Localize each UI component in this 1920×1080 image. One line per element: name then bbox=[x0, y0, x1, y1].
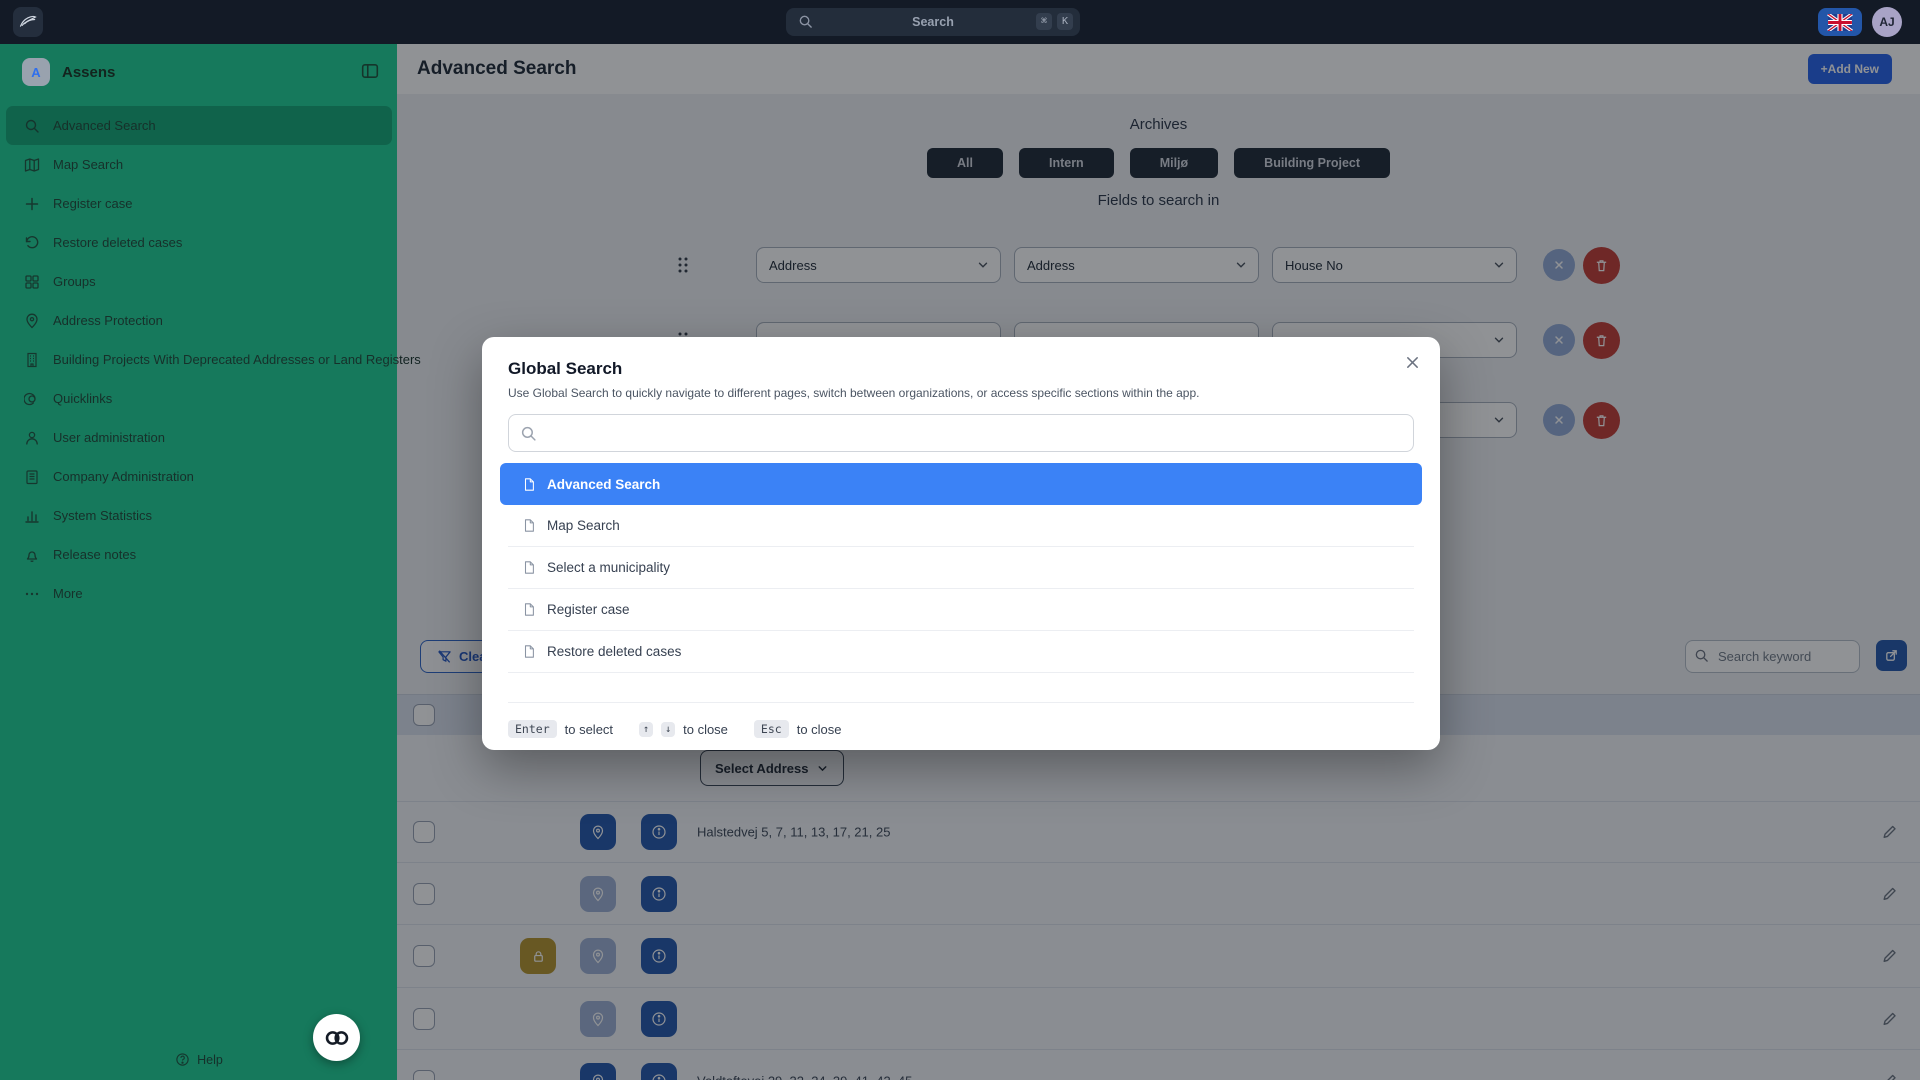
arrow-down-key-badge: ↓ bbox=[661, 722, 675, 737]
esc-to-close-label: to close bbox=[797, 722, 842, 737]
to-select-label: to select bbox=[565, 722, 613, 737]
organization-name: Assens bbox=[62, 64, 115, 81]
arrow-up-key-badge: ↑ bbox=[639, 722, 653, 737]
language-button[interactable] bbox=[1818, 8, 1862, 36]
document-icon bbox=[522, 560, 536, 575]
modal-search-box bbox=[508, 414, 1414, 452]
plus-icon bbox=[23, 195, 40, 212]
modal-item-restore-deleted-cases[interactable]: Restore deleted cases bbox=[508, 631, 1414, 673]
modal-title: Global Search bbox=[508, 359, 1414, 379]
sidebar-item-system-statistics[interactable]: System Statistics bbox=[0, 496, 397, 535]
sidebar-item-label: Building Projects With Deprecated Addres… bbox=[53, 352, 421, 367]
modal-item-select-municipality[interactable]: Select a municipality bbox=[508, 547, 1414, 589]
sidebar-item-user-administration[interactable]: User administration bbox=[0, 418, 397, 457]
sidebar-item-company-administration[interactable]: Company Administration bbox=[0, 457, 397, 496]
ellipsis-icon bbox=[23, 585, 40, 602]
app-logo[interactable] bbox=[13, 7, 43, 37]
esc-key-badge: Esc bbox=[754, 720, 789, 738]
modal-item-label: Restore deleted cases bbox=[547, 644, 681, 659]
sidebar-item-label: Quicklinks bbox=[53, 391, 112, 406]
sidebar-item-label: More bbox=[53, 586, 83, 601]
location-pin-icon bbox=[23, 312, 40, 329]
user-avatar[interactable]: AJ bbox=[1872, 7, 1902, 37]
search-icon bbox=[520, 425, 537, 442]
sidebar-item-label: Address Protection bbox=[53, 313, 163, 328]
sidebar-nav: Advanced Search Map Search Register case… bbox=[0, 106, 397, 613]
modal-item-label: Select a municipality bbox=[547, 560, 670, 575]
document-icon bbox=[522, 644, 536, 659]
modal-item-map-search[interactable]: Map Search bbox=[508, 505, 1414, 547]
office-icon bbox=[23, 468, 40, 485]
sidebar-item-release-notes[interactable]: Release notes bbox=[0, 535, 397, 574]
document-icon bbox=[522, 477, 536, 492]
top-bar: Search ⌘ K AJ bbox=[0, 0, 1920, 44]
sidebar-item-more[interactable]: More bbox=[0, 574, 397, 613]
shortcut-keys: ⌘ K bbox=[1036, 13, 1073, 30]
help-icon bbox=[174, 1051, 191, 1068]
building-icon bbox=[23, 351, 40, 368]
sidebar-item-label: Restore deleted cases bbox=[53, 235, 182, 250]
sidebar: A Assens Advanced Search Map Search Regi… bbox=[0, 44, 397, 1080]
bell-icon bbox=[23, 546, 40, 563]
modal-list-spacer bbox=[508, 673, 1414, 703]
swirl-logo-icon bbox=[18, 12, 38, 32]
modal-item-register-case[interactable]: Register case bbox=[508, 589, 1414, 631]
to-close-label: to close bbox=[683, 722, 728, 737]
sidebar-item-label: Company Administration bbox=[53, 469, 194, 484]
global-search-modal: Global Search Use Global Search to quick… bbox=[482, 337, 1440, 750]
sidebar-item-label: Advanced Search bbox=[53, 118, 156, 133]
at-link-icon bbox=[23, 390, 40, 407]
sidebar-item-label: Groups bbox=[53, 274, 96, 289]
help-label: Help bbox=[197, 1053, 223, 1067]
modal-item-label: Map Search bbox=[547, 518, 620, 533]
sidebar-item-restore-deleted-cases[interactable]: Restore deleted cases bbox=[0, 223, 397, 262]
sidebar-item-register-case[interactable]: Register case bbox=[0, 184, 397, 223]
modal-subtitle: Use Global Search to quickly navigate to… bbox=[508, 386, 1414, 400]
sidebar-item-label: Register case bbox=[53, 196, 132, 211]
launcher-logo-icon bbox=[324, 1029, 350, 1047]
restore-icon bbox=[23, 234, 40, 251]
document-icon bbox=[522, 602, 536, 617]
cmd-key: ⌘ bbox=[1036, 13, 1052, 30]
global-search-trigger[interactable]: Search ⌘ K bbox=[786, 8, 1080, 36]
bar-chart-icon bbox=[23, 507, 40, 524]
document-icon bbox=[522, 518, 536, 533]
modal-item-label: Advanced Search bbox=[547, 477, 660, 492]
modal-item-advanced-search[interactable]: Advanced Search bbox=[500, 463, 1422, 505]
grid-icon bbox=[23, 273, 40, 290]
uk-flag-icon bbox=[1827, 14, 1853, 31]
close-icon[interactable] bbox=[1401, 351, 1424, 374]
sidebar-item-quicklinks[interactable]: Quicklinks bbox=[0, 379, 397, 418]
sidebar-item-map-search[interactable]: Map Search bbox=[0, 145, 397, 184]
chat-launcher-button[interactable] bbox=[313, 1014, 360, 1061]
modal-footer: Enter to select ↑ ↓ to close Esc to clos… bbox=[508, 703, 1414, 755]
organization-row: A Assens bbox=[0, 44, 397, 100]
sidebar-item-label: System Statistics bbox=[53, 508, 152, 523]
user-icon bbox=[23, 429, 40, 446]
sidebar-collapse-button[interactable] bbox=[361, 62, 379, 80]
modal-result-list: Advanced Search Map Search Select a muni… bbox=[508, 463, 1414, 703]
sidebar-item-label: Release notes bbox=[53, 547, 136, 562]
sidebar-item-groups[interactable]: Groups bbox=[0, 262, 397, 301]
sidebar-item-label: User administration bbox=[53, 430, 165, 445]
organization-avatar: A bbox=[22, 58, 50, 86]
sidebar-item-label: Map Search bbox=[53, 157, 123, 172]
modal-search-input[interactable] bbox=[509, 415, 1413, 451]
sidebar-item-address-protection[interactable]: Address Protection bbox=[0, 301, 397, 340]
search-icon bbox=[23, 117, 40, 134]
enter-key-badge: Enter bbox=[508, 720, 557, 738]
sidebar-item-advanced-search[interactable]: Advanced Search bbox=[6, 106, 392, 145]
k-key: K bbox=[1057, 13, 1073, 30]
sidebar-item-building-projects[interactable]: Building Projects With Deprecated Addres… bbox=[0, 340, 397, 379]
modal-item-label: Register case bbox=[547, 602, 630, 617]
map-icon bbox=[23, 156, 40, 173]
